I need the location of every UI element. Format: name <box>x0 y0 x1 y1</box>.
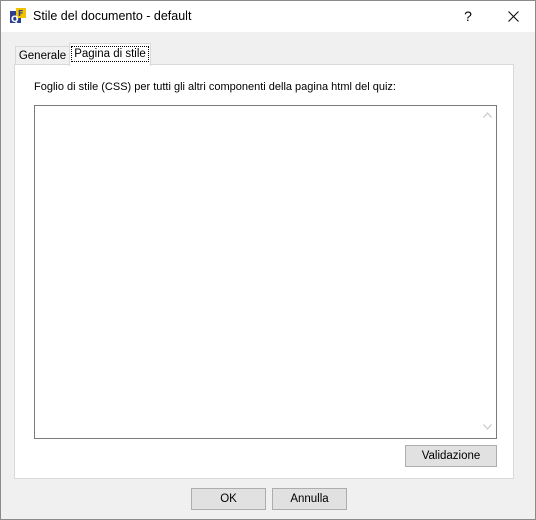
window-title: Stile del documento - default <box>33 9 192 23</box>
scroll-down-arrow-icon[interactable] <box>483 424 492 430</box>
title-bar[interactable]: Q F Stile del documento - default ? <box>1 1 535 32</box>
css-textarea[interactable] <box>34 105 497 439</box>
tab-generale[interactable]: Generale <box>15 46 70 65</box>
svg-text:F: F <box>18 9 23 18</box>
scroll-up-arrow-icon[interactable] <box>483 112 492 118</box>
tab-panel-style-page: Foglio di stile (CSS) per tutti gli altr… <box>14 64 514 479</box>
vertical-scrollbar[interactable] <box>479 106 496 438</box>
css-label: Foglio di stile (CSS) per tutti gli altr… <box>34 81 396 93</box>
document-style-dialog: Q F Stile del documento - default ? Gene… <box>0 0 536 520</box>
help-button[interactable]: ? <box>445 1 491 32</box>
tab-pagina-di-stile-label: Pagina di stile <box>71 46 149 62</box>
close-icon <box>508 11 519 22</box>
ok-button[interactable]: OK <box>191 488 266 510</box>
cancel-button[interactable]: Annulla <box>272 488 347 510</box>
validate-button[interactable]: Validazione <box>405 445 497 467</box>
close-button[interactable] <box>491 1 535 32</box>
app-icon: Q F <box>10 8 26 25</box>
tab-pagina-di-stile[interactable]: Pagina di stile <box>69 43 151 66</box>
